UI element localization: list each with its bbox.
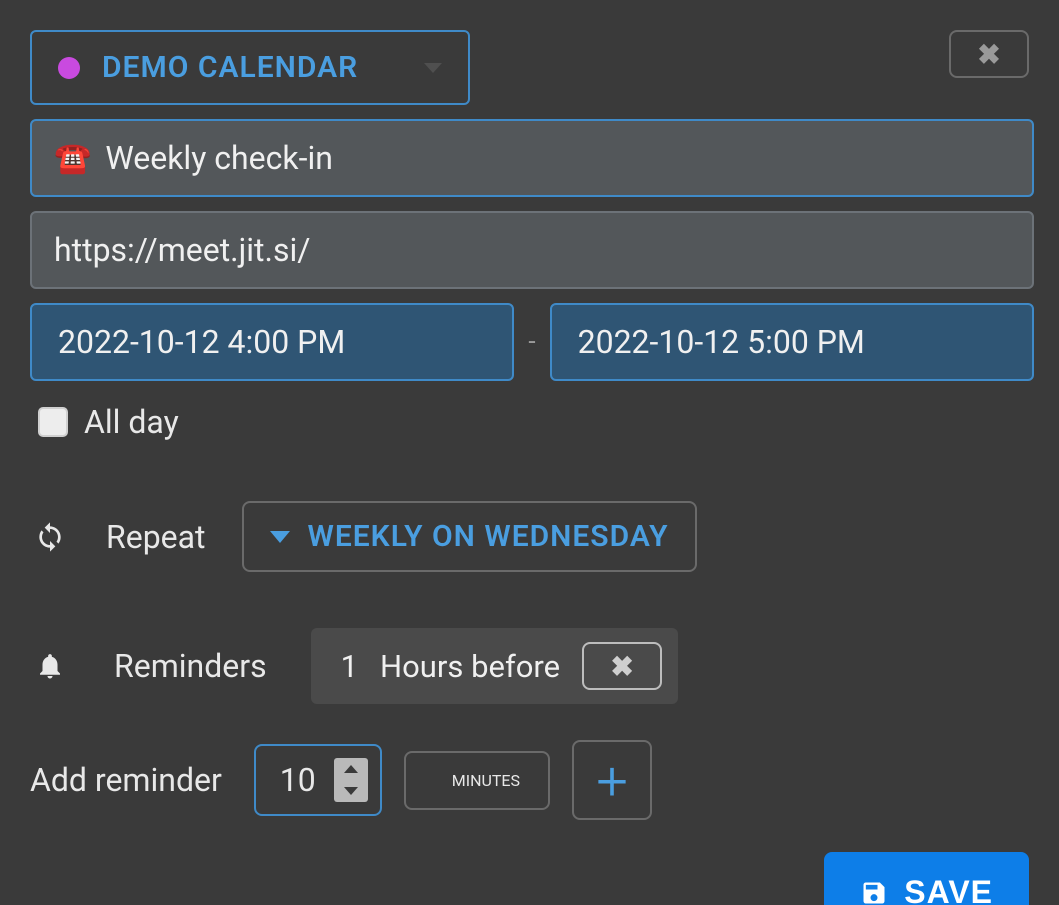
- reminder-unit: Hours before: [380, 648, 560, 685]
- repeat-label: Repeat: [106, 518, 206, 556]
- all-day-label: All day: [84, 403, 179, 441]
- repeat-select[interactable]: WEEKLY ON WEDNESDAY: [242, 501, 697, 572]
- close-button[interactable]: ✖: [949, 30, 1029, 78]
- event-location-input[interactable]: https://meet.jit.si/: [30, 211, 1034, 289]
- repeat-icon: [30, 521, 70, 553]
- start-datetime-input[interactable]: 2022-10-12 4:00 PM: [30, 303, 514, 381]
- remove-reminder-button[interactable]: ✖: [582, 642, 662, 690]
- all-day-checkbox[interactable]: [38, 407, 68, 437]
- calendar-name: DEMO CALENDAR: [102, 50, 362, 85]
- calendar-color-dot: [58, 57, 80, 79]
- phone-icon: ☎️: [54, 141, 91, 176]
- add-reminder-unit: MINUTES: [452, 771, 520, 790]
- reminder-item: 1 Hours before ✖: [311, 628, 678, 704]
- chevron-down-icon: [270, 531, 290, 543]
- reminders-label: Reminders: [114, 647, 267, 685]
- save-icon: [860, 879, 888, 905]
- chevron-down-icon: [344, 787, 358, 795]
- end-datetime-text: 2022-10-12 5:00 PM: [578, 323, 865, 361]
- save-button[interactable]: SAVE: [824, 852, 1029, 905]
- chevron-up-icon: [344, 765, 358, 773]
- close-icon: ✖: [977, 38, 1000, 71]
- plus-icon: ＋: [594, 754, 630, 806]
- datetime-separator: -: [528, 327, 535, 357]
- add-reminder-label: Add reminder: [30, 761, 222, 799]
- repeat-value: WEEKLY ON WEDNESDAY: [308, 519, 669, 554]
- close-icon: ✖: [610, 650, 633, 683]
- add-reminder-value-input[interactable]: 10: [254, 744, 382, 816]
- event-title-input[interactable]: ☎️ Weekly check-in: [30, 119, 1034, 197]
- end-datetime-input[interactable]: 2022-10-12 5:00 PM: [550, 303, 1034, 381]
- event-location-text: https://meet.jit.si/: [54, 231, 310, 269]
- bell-icon: [30, 651, 70, 681]
- event-title-text: Weekly check-in: [105, 139, 333, 177]
- add-reminder-button[interactable]: ＋: [572, 740, 652, 820]
- add-reminder-value: 10: [280, 761, 316, 799]
- save-button-label: SAVE: [904, 874, 993, 905]
- reminder-qty: 1: [341, 648, 358, 685]
- number-stepper[interactable]: [334, 758, 368, 802]
- chevron-down-icon: [424, 63, 442, 73]
- start-datetime-text: 2022-10-12 4:00 PM: [58, 323, 345, 361]
- calendar-select[interactable]: DEMO CALENDAR: [30, 30, 470, 105]
- add-reminder-unit-select[interactable]: MINUTES: [404, 751, 550, 810]
